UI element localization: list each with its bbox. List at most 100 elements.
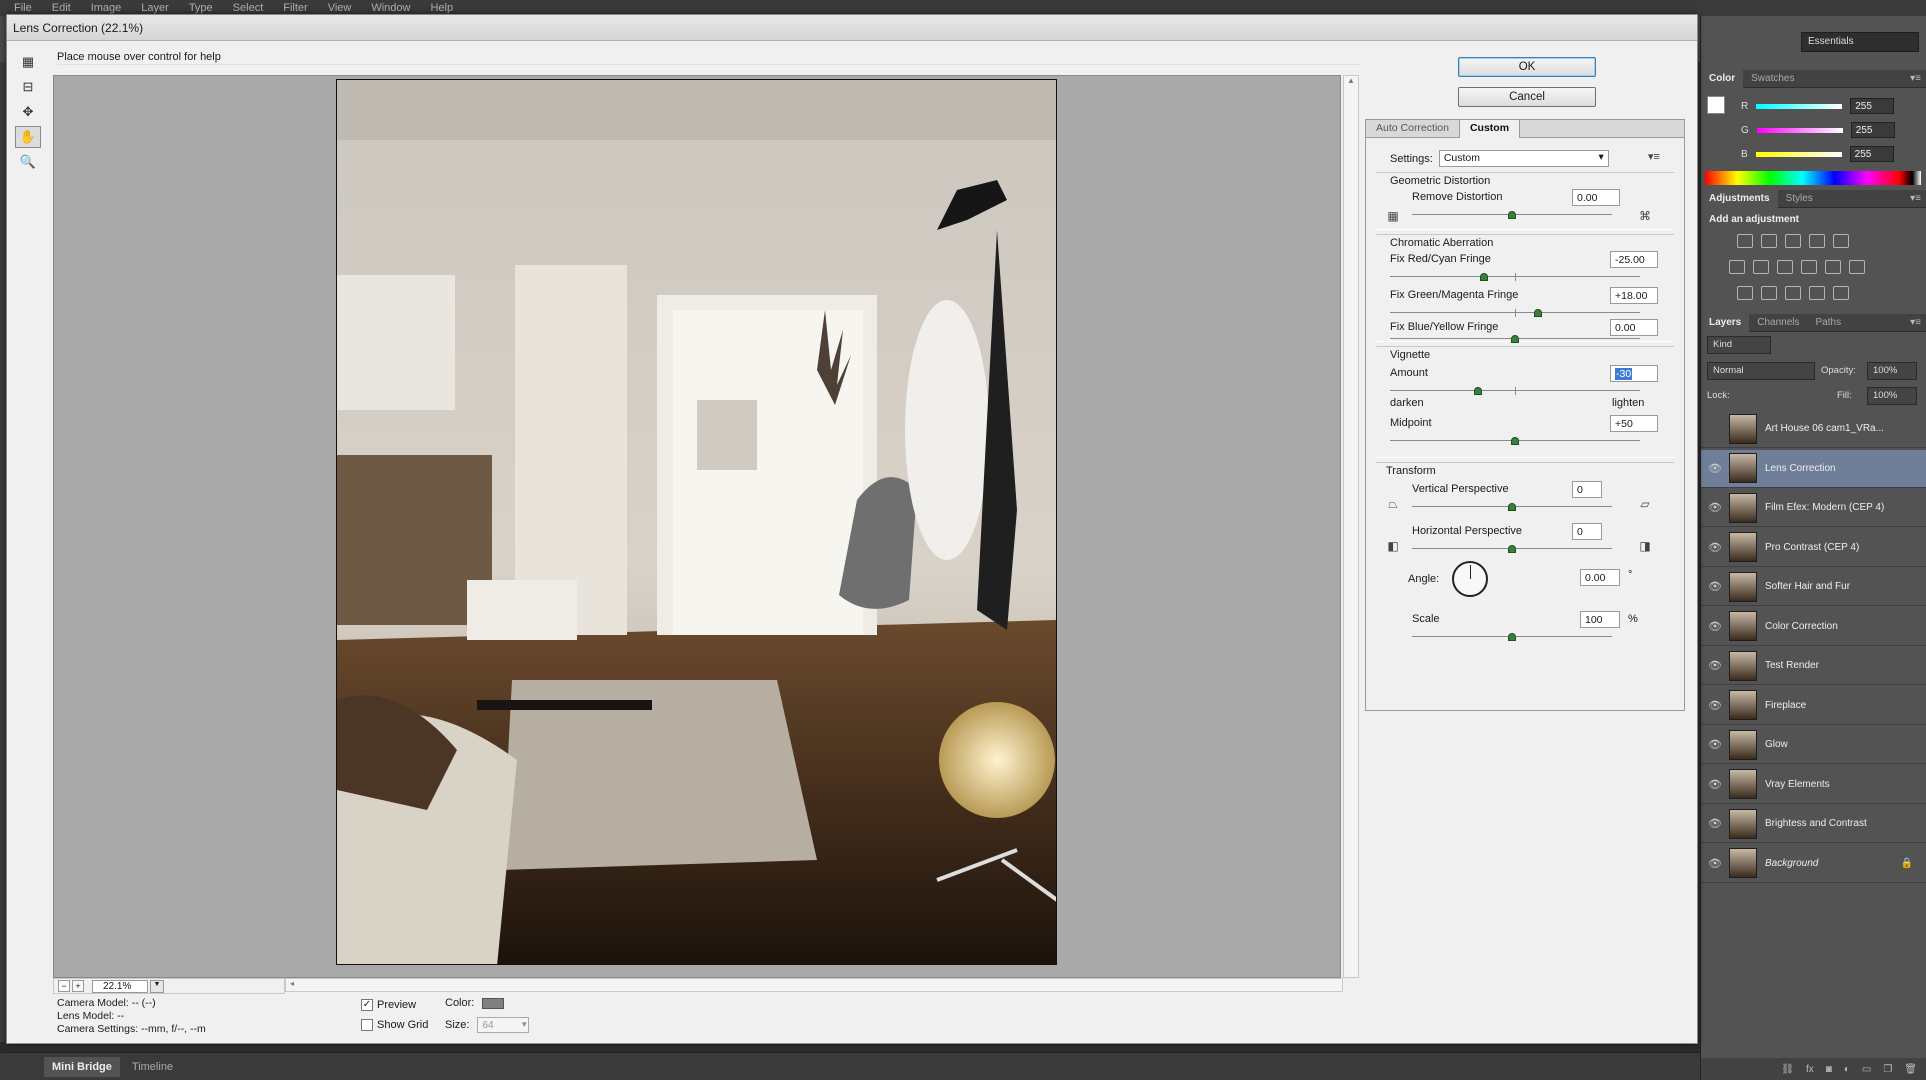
slider-thumb[interactable] xyxy=(1508,211,1516,219)
tab-timeline[interactable]: Timeline xyxy=(124,1057,181,1077)
visibility-eye-icon[interactable]: 👁 xyxy=(1701,659,1729,672)
tab-auto-correction[interactable]: Auto Correction xyxy=(1366,120,1459,138)
preview-checkbox[interactable]: ✓ xyxy=(361,999,373,1011)
new-group-icon[interactable]: ▭ xyxy=(1862,1064,1871,1075)
move-grid-tool-icon[interactable]: ✥ xyxy=(15,101,41,123)
zoom-level[interactable]: 22.1% xyxy=(92,979,148,993)
new-layer-icon[interactable]: ❐ xyxy=(1883,1064,1892,1075)
slider-thumb[interactable] xyxy=(1479,273,1488,281)
menu-help[interactable]: Help xyxy=(430,2,453,14)
cancel-button[interactable]: Cancel xyxy=(1458,87,1596,107)
menu-type[interactable]: Type xyxy=(189,2,213,14)
preview-checkbox-row[interactable]: ✓ Preview xyxy=(361,995,428,1015)
preview-canvas[interactable] xyxy=(53,75,1341,978)
show-grid-checkbox-row[interactable]: Show Grid xyxy=(361,1015,428,1035)
posterize-icon[interactable] xyxy=(1761,286,1777,300)
zoom-in-icon[interactable]: + xyxy=(72,980,84,992)
layer-row[interactable]: Art House 06 cam1_VRa... xyxy=(1701,410,1926,448)
channel-mixer-icon[interactable] xyxy=(1825,260,1841,274)
menu-file[interactable]: File xyxy=(14,2,32,14)
zoom-dropdown-icon[interactable]: ▼ xyxy=(150,979,164,993)
layer-row[interactable]: 👁 Color Correction xyxy=(1701,608,1926,646)
tab-styles[interactable]: Styles xyxy=(1778,190,1821,208)
tab-mini-bridge[interactable]: Mini Bridge xyxy=(44,1056,120,1077)
vignette-amount-field[interactable]: -30 xyxy=(1610,365,1658,382)
vertical-perspective-field[interactable]: 0 xyxy=(1572,481,1602,498)
layer-row[interactable]: 👁 Glow xyxy=(1701,726,1926,764)
vibrance-icon[interactable] xyxy=(1833,234,1849,248)
layer-row[interactable]: 👁 Test Render xyxy=(1701,647,1926,685)
visibility-eye-icon[interactable]: 👁 xyxy=(1701,778,1729,791)
tab-paths[interactable]: Paths xyxy=(1808,314,1850,332)
menu-window[interactable]: Window xyxy=(371,2,410,14)
zoom-tool-icon[interactable]: 🔍 xyxy=(15,151,41,173)
settings-menu-icon[interactable]: ▾≡ xyxy=(1648,150,1660,163)
curves-icon[interactable] xyxy=(1785,234,1801,248)
layer-kind-filter[interactable]: Kind xyxy=(1707,336,1771,354)
hue-saturation-icon[interactable] xyxy=(1729,260,1745,274)
angle-field[interactable]: 0.00 xyxy=(1580,569,1620,586)
menu-view[interactable]: View xyxy=(328,2,352,14)
visibility-eye-icon[interactable]: 👁 xyxy=(1701,501,1729,514)
preview-vertical-scrollbar[interactable]: ▲ xyxy=(1343,75,1359,978)
vignette-midpoint-slider[interactable] xyxy=(1390,437,1640,445)
remove-distortion-tool-icon[interactable]: ▦ xyxy=(15,51,41,73)
gradient-map-icon[interactable] xyxy=(1833,286,1849,300)
layer-row[interactable]: 👁 Fireplace xyxy=(1701,687,1926,725)
visibility-eye-icon[interactable]: 👁 xyxy=(1701,817,1729,830)
layer-row[interactable]: 👁 Softer Hair and Fur xyxy=(1701,568,1926,606)
new-adjustment-icon[interactable]: ◐ xyxy=(1844,1064,1850,1075)
green-magenta-slider[interactable] xyxy=(1390,309,1640,317)
color-spectrum-ramp[interactable] xyxy=(1705,171,1921,185)
panel-menu-icon[interactable]: ▾≡ xyxy=(1910,193,1921,204)
visibility-eye-icon[interactable]: 👁 xyxy=(1701,699,1729,712)
straighten-tool-icon[interactable]: ⊟ xyxy=(15,76,41,98)
foreground-color-swatch[interactable] xyxy=(1707,96,1725,114)
grid-color-swatch[interactable] xyxy=(482,997,505,1009)
brightness-contrast-icon[interactable] xyxy=(1737,234,1753,248)
visibility-eye-icon[interactable]: 👁 xyxy=(1701,580,1729,593)
slider-thumb[interactable] xyxy=(1511,437,1519,445)
blue-value[interactable]: 255 xyxy=(1849,146,1894,162)
tab-layers[interactable]: Layers xyxy=(1701,313,1750,332)
scale-field[interactable]: 100 xyxy=(1580,611,1620,628)
layer-row[interactable]: 👁 Background 🔒 xyxy=(1701,845,1926,883)
visibility-eye-icon[interactable]: 👁 xyxy=(1701,541,1729,554)
vertical-perspective-slider[interactable] xyxy=(1412,503,1612,511)
layer-row[interactable]: 👁 Film Efex: Modern (CEP 4) xyxy=(1701,489,1926,527)
horizontal-perspective-slider[interactable] xyxy=(1412,545,1612,553)
layer-row[interactable]: 👁 Brightess and Contrast xyxy=(1701,805,1926,843)
hand-tool-icon[interactable]: ✋ xyxy=(15,126,41,148)
menu-layer[interactable]: Layer xyxy=(141,2,169,14)
tab-swatches[interactable]: Swatches xyxy=(1743,70,1802,88)
ok-button[interactable]: OK xyxy=(1458,57,1596,77)
fill-field[interactable]: 100% xyxy=(1867,387,1917,405)
tab-custom[interactable]: Custom xyxy=(1458,120,1521,138)
panel-menu-icon[interactable]: ▾≡ xyxy=(1910,317,1921,328)
scale-slider[interactable] xyxy=(1412,633,1612,641)
visibility-eye-icon[interactable]: 👁 xyxy=(1701,857,1729,870)
link-layers-icon[interactable]: ⛓ xyxy=(1781,1064,1794,1075)
show-grid-checkbox[interactable] xyxy=(361,1019,373,1031)
menu-select[interactable]: Select xyxy=(233,2,264,14)
opacity-field[interactable]: 100% xyxy=(1867,362,1917,380)
add-mask-icon[interactable]: ◙ xyxy=(1826,1064,1832,1075)
visibility-eye-icon[interactable]: 👁 xyxy=(1701,620,1729,633)
color-balance-icon[interactable] xyxy=(1753,260,1769,274)
selective-color-icon[interactable] xyxy=(1809,286,1825,300)
tab-channels[interactable]: Channels xyxy=(1749,314,1807,332)
slider-thumb[interactable] xyxy=(1473,387,1482,395)
remove-distortion-field[interactable]: 0.00 xyxy=(1572,189,1620,206)
levels-icon[interactable] xyxy=(1761,234,1777,248)
slider-thumb[interactable] xyxy=(1508,545,1516,553)
blue-yellow-slider[interactable] xyxy=(1390,335,1640,343)
blend-mode-select[interactable]: Normal xyxy=(1707,362,1815,380)
visibility-eye-icon[interactable]: 👁 xyxy=(1701,738,1729,751)
red-value[interactable]: 255 xyxy=(1850,98,1895,114)
color-lookup-icon[interactable] xyxy=(1849,260,1865,274)
green-value[interactable]: 255 xyxy=(1850,122,1895,138)
layer-row[interactable]: 👁 Lens Correction xyxy=(1701,449,1926,488)
exposure-icon[interactable] xyxy=(1809,234,1825,248)
layer-row[interactable]: 👁 Pro Contrast (CEP 4) xyxy=(1701,529,1926,567)
green-magenta-field[interactable]: +18.00 xyxy=(1610,287,1658,304)
